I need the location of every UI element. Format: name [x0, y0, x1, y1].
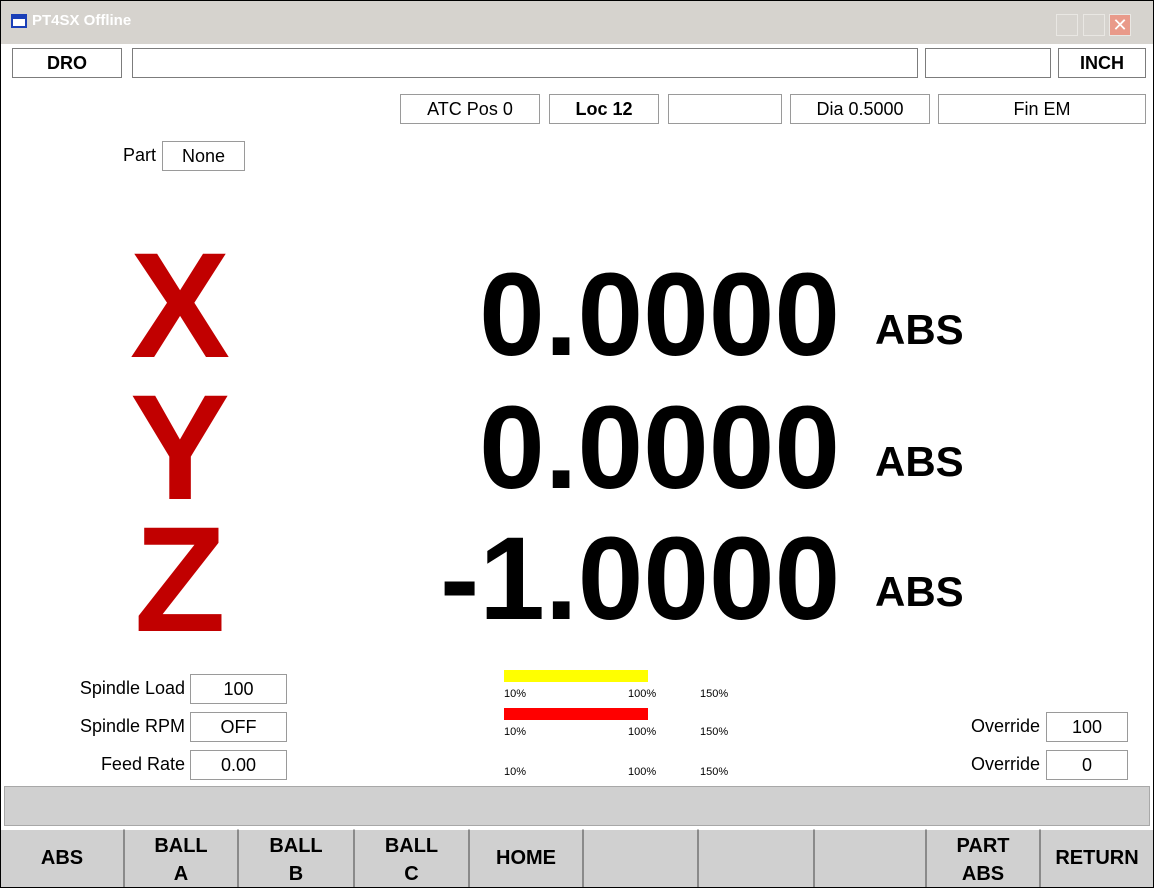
- spindle-rpm-bar: [504, 708, 648, 720]
- softkey-6[interactable]: [583, 829, 698, 888]
- mode-indicator: DRO: [12, 48, 122, 78]
- window-title: PT4SX Offline: [32, 12, 132, 29]
- softkey-label-2: B: [288, 863, 304, 885]
- close-icon[interactable]: ✕: [1109, 14, 1131, 36]
- part-label: Part: [122, 145, 156, 165]
- title-bar[interactable]: PT4SX Offline ✕: [0, 0, 1154, 44]
- status-message-field: [132, 48, 918, 78]
- softkey-4[interactable]: BALL C: [354, 829, 469, 888]
- part-value: None: [162, 141, 245, 171]
- axis-z-label: Z: [134, 495, 226, 663]
- tick-label: 10%: [504, 726, 527, 738]
- spindle-override-value: 100: [1046, 712, 1128, 742]
- axis-z-mode: ABS: [875, 568, 964, 615]
- units-indicator: INCH: [1058, 48, 1146, 78]
- tool-type: Fin EM: [938, 94, 1146, 124]
- spindle-load-label: Spindle Load: [79, 678, 185, 698]
- status-field-2: [925, 48, 1051, 78]
- softkey-3[interactable]: BALL B: [238, 829, 354, 888]
- spindle-rpm-value: OFF: [190, 712, 287, 742]
- feed-override-value: 0: [1046, 750, 1128, 780]
- softkey-label: ABS: [40, 847, 84, 869]
- spindle-rpm-label: Spindle RPM: [79, 716, 185, 736]
- softkey-label-2: ABS: [961, 863, 1005, 885]
- softkey-label: PART: [956, 835, 1010, 857]
- tick-label: 10%: [504, 766, 527, 778]
- axis-x-value: 0.0000: [479, 249, 840, 381]
- softkey-5[interactable]: HOME: [469, 829, 583, 888]
- feed-rate-label: Feed Rate: [100, 754, 185, 774]
- softkey-label: RETURN: [1055, 847, 1139, 869]
- axis-x-mode: ABS: [875, 306, 964, 353]
- tick-label: 100%: [628, 766, 657, 778]
- softkey-2[interactable]: BALL A: [124, 829, 238, 888]
- tool-location: Loc 12: [549, 94, 659, 124]
- spindle-override-label: Override: [970, 716, 1040, 736]
- softkey-8[interactable]: [814, 829, 926, 888]
- maximize-icon[interactable]: [1083, 14, 1105, 36]
- axis-y-mode: ABS: [875, 438, 964, 485]
- softkey-label: BALL: [154, 835, 208, 857]
- window-app-icon: [11, 14, 27, 28]
- softkey-7[interactable]: [698, 829, 814, 888]
- tick-label: 10%: [504, 688, 527, 700]
- feed-override-label: Override: [970, 754, 1040, 774]
- tool-info-blank: [668, 94, 782, 124]
- tick-label: 100%: [628, 688, 657, 700]
- atc-position: ATC Pos 0: [400, 94, 540, 124]
- tool-diameter: Dia 0.5000: [790, 94, 930, 124]
- spindle-load-bar: [504, 670, 648, 682]
- axis-x-label: X: [129, 221, 231, 389]
- softkey-label-2: C: [404, 863, 419, 885]
- tick-label: 150%: [700, 766, 729, 778]
- softkey-10[interactable]: RETURN: [1040, 829, 1154, 888]
- tick-label: 150%: [700, 688, 729, 700]
- spindle-load-value: 100: [190, 674, 287, 704]
- feed-rate-value: 0.00: [190, 750, 287, 780]
- softkey-1[interactable]: ABS: [0, 829, 124, 888]
- axis-z-value: -1.0000: [440, 513, 841, 645]
- minimize-icon[interactable]: [1056, 14, 1078, 36]
- softkey-label: BALL: [384, 835, 439, 857]
- softkey-label-2: A: [173, 863, 189, 885]
- tick-label: 100%: [628, 726, 657, 738]
- softkey-9[interactable]: PART ABS: [926, 829, 1040, 888]
- softkey-label: HOME: [496, 847, 556, 869]
- axis-y-value: 0.0000: [479, 382, 840, 514]
- message-bar: [4, 786, 1150, 826]
- softkey-label: BALL: [269, 835, 323, 857]
- tick-label: 150%: [700, 726, 729, 738]
